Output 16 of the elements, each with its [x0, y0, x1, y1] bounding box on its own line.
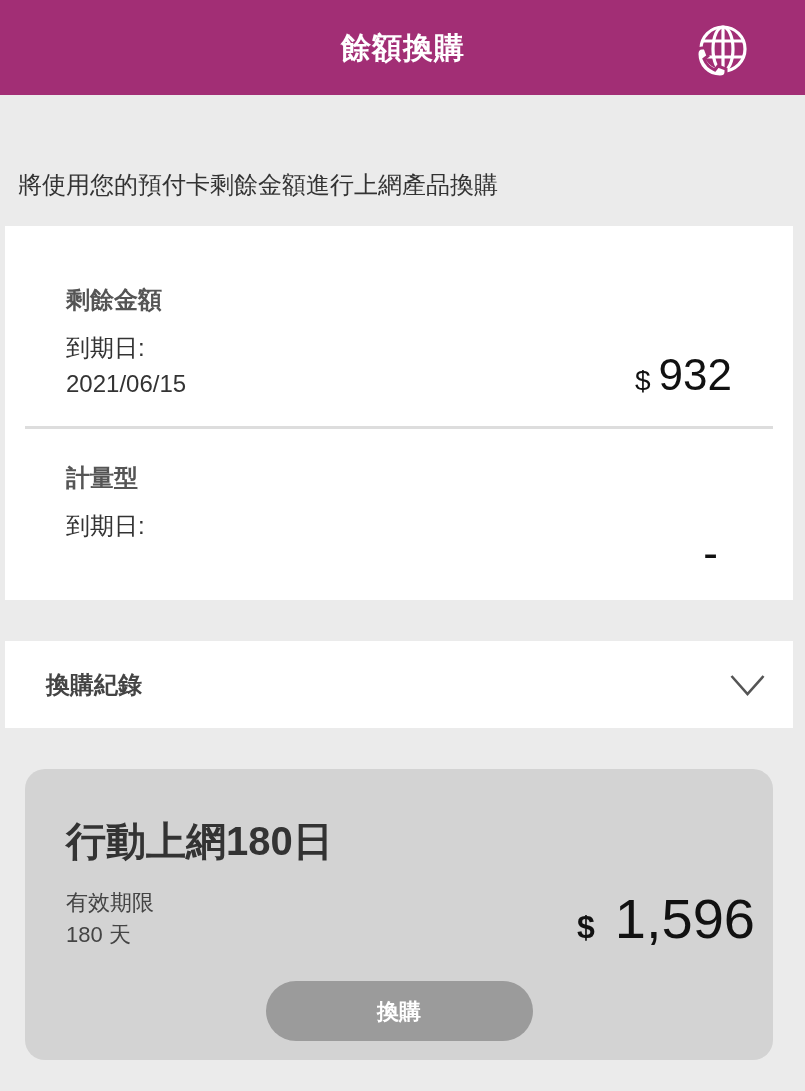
product-price: 1,596	[614, 887, 755, 951]
history-toggle[interactable]: 換購紀錄	[5, 641, 793, 728]
intro-text: 將使用您的預付卡剩餘金額進行上網產品換購	[18, 170, 498, 200]
currency-sign: $	[635, 364, 651, 398]
expiry-label: 到期日:	[66, 511, 145, 541]
currency-sign: $	[577, 908, 595, 947]
expiry-date: 2021/06/15	[66, 369, 187, 399]
balance-label: 剩餘金額	[66, 285, 162, 315]
balance-amount: -	[703, 528, 718, 578]
page-title: 餘額換購	[340, 29, 465, 66]
expiry-label: 到期日:	[66, 333, 145, 363]
validity-label: 有效期限	[66, 889, 154, 917]
balance-amount: 932	[658, 350, 732, 400]
product-name: 行動上網180日	[66, 818, 333, 865]
balance-label: 計量型	[66, 463, 138, 493]
validity-value: 180 天	[66, 921, 131, 949]
